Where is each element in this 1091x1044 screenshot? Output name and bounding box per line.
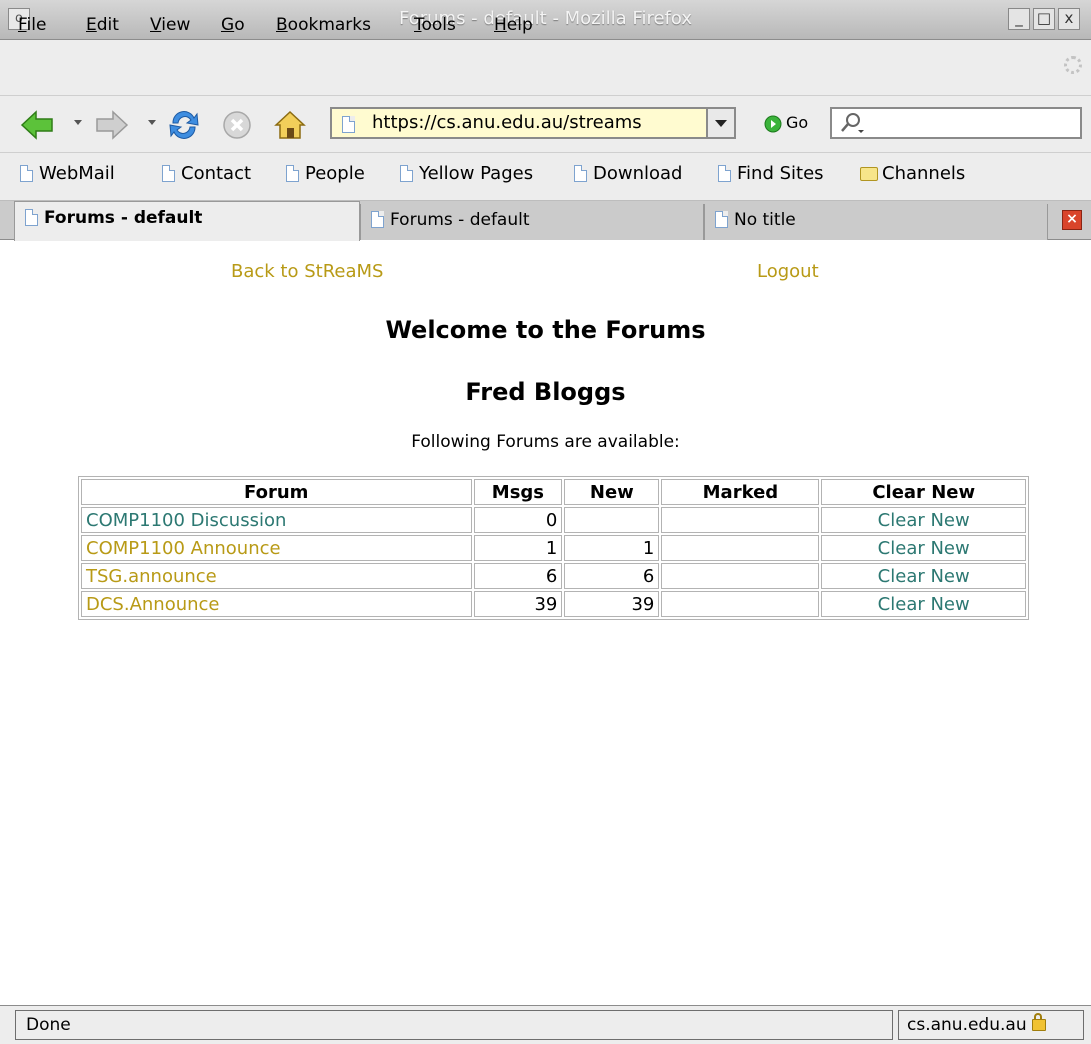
menu-help[interactable]: Help — [494, 13, 533, 37]
page-icon — [162, 165, 175, 182]
forum-link[interactable]: TSG.announce — [86, 566, 217, 587]
throbber-icon — [1064, 56, 1082, 74]
forums-table: Forum Msgs New Marked Clear New COMP1100… — [78, 476, 1029, 620]
status-text: Done — [15, 1010, 893, 1040]
clear-new-link[interactable]: Clear New — [878, 510, 970, 531]
back-history-dropdown-icon[interactable] — [74, 120, 82, 125]
back-to-streams-link[interactable]: Back to StReaMS — [231, 261, 383, 282]
page-icon — [286, 165, 299, 182]
marked-cell — [661, 563, 820, 589]
folder-icon — [860, 167, 878, 181]
tab-forums-default-active[interactable]: Forums - default — [14, 201, 360, 241]
bookmark-download[interactable]: Download — [574, 161, 682, 187]
tab-forums-default[interactable]: Forums - default — [360, 204, 704, 240]
search-icon[interactable] — [838, 111, 866, 135]
bookmark-channels[interactable]: Channels — [860, 161, 965, 187]
clear-new-cell: Clear New — [821, 535, 1026, 561]
marked-cell — [661, 591, 820, 617]
page-title: Welcome to the Forums — [385, 316, 706, 344]
menu-bookmarks[interactable]: Bookmarks — [276, 13, 371, 37]
table-row: COMP1100 Discussion 0 Clear New — [81, 507, 1026, 533]
url-history-dropdown[interactable] — [706, 107, 736, 139]
forum-link[interactable]: COMP1100 Announce — [86, 538, 281, 559]
marked-cell — [661, 507, 820, 533]
forum-link[interactable]: DCS.Announce — [86, 594, 220, 615]
menu-view[interactable]: View — [150, 13, 190, 37]
clear-new-cell: Clear New — [821, 507, 1026, 533]
menu-edit[interactable]: Edit — [86, 13, 119, 37]
bookmark-contact[interactable]: Contact — [162, 161, 251, 187]
stop-icon[interactable] — [220, 108, 254, 142]
forum-link[interactable]: COMP1100 Discussion — [86, 510, 286, 531]
new-cell: 6 — [564, 563, 660, 589]
menu-bar — [0, 40, 1091, 96]
user-name-heading: Fred Bloggs — [465, 378, 626, 406]
search-input[interactable] — [830, 107, 1082, 139]
go-button[interactable]: Go — [786, 113, 808, 132]
bookmark-webmail[interactable]: WebMail — [20, 161, 115, 187]
page-icon — [574, 165, 587, 182]
reload-icon[interactable] — [167, 108, 201, 142]
tab-no-title[interactable]: No title — [704, 204, 1048, 240]
bookmark-find-sites[interactable]: Find Sites — [718, 161, 824, 187]
chevron-down-icon — [715, 120, 727, 127]
msgs-cell: 39 — [473, 591, 563, 617]
close-window-button[interactable]: x — [1058, 8, 1080, 30]
new-cell — [564, 507, 660, 533]
forum-cell: COMP1100 Announce — [81, 535, 472, 561]
maximize-button[interactable]: □ — [1033, 8, 1055, 30]
forum-cell: DCS.Announce — [81, 591, 472, 617]
logout-link[interactable]: Logout — [757, 261, 819, 282]
clear-new-cell: Clear New — [821, 563, 1026, 589]
clear-new-cell: Clear New — [821, 591, 1026, 617]
minimize-button[interactable]: _ — [1008, 8, 1030, 30]
page-icon — [342, 116, 355, 133]
forward-arrow-icon[interactable] — [95, 108, 129, 142]
forums-available-text: Following Forums are available: — [411, 432, 680, 452]
column-header-msgs: Msgs — [473, 479, 563, 505]
table-header-row: Forum Msgs New Marked Clear New — [81, 479, 1026, 505]
msgs-cell: 1 — [473, 535, 563, 561]
forum-cell: TSG.announce — [81, 563, 472, 589]
page-icon — [715, 211, 728, 228]
back-arrow-icon[interactable] — [20, 108, 54, 142]
go-icon[interactable] — [764, 115, 782, 133]
page-content — [0, 241, 1091, 1005]
bookmark-yellow-pages[interactable]: Yellow Pages — [400, 161, 533, 187]
page-icon — [20, 165, 33, 182]
clear-new-link[interactable]: Clear New — [878, 594, 970, 615]
forum-cell: COMP1100 Discussion — [81, 507, 472, 533]
page-icon — [718, 165, 731, 182]
table-row: COMP1100 Announce 1 1 Clear New — [81, 535, 1026, 561]
clear-new-link[interactable]: Clear New — [878, 566, 970, 587]
column-header-new: New — [564, 479, 660, 505]
url-text[interactable]: https://cs.anu.edu.au/streams — [372, 112, 684, 134]
column-header-marked: Marked — [661, 479, 820, 505]
menu-file[interactable]: File — [18, 13, 46, 37]
clear-new-link[interactable]: Clear New — [878, 538, 970, 559]
home-icon[interactable] — [273, 108, 307, 142]
column-header-clear-new: Clear New — [821, 479, 1026, 505]
msgs-cell: 6 — [473, 563, 563, 589]
host-label: cs.anu.edu.au — [907, 1015, 1027, 1035]
close-tab-icon[interactable]: × — [1062, 210, 1082, 230]
padlock-icon — [1032, 1013, 1047, 1031]
forward-history-dropdown-icon[interactable] — [148, 120, 156, 125]
page-icon — [25, 209, 38, 226]
page-icon — [400, 165, 413, 182]
new-cell: 1 — [564, 535, 660, 561]
security-host-indicator[interactable]: cs.anu.edu.au — [898, 1010, 1084, 1040]
table-row: TSG.announce 6 6 Clear New — [81, 563, 1026, 589]
bookmark-people[interactable]: People — [286, 161, 365, 187]
menu-go[interactable]: Go — [221, 13, 245, 37]
table-row: DCS.Announce 39 39 Clear New — [81, 591, 1026, 617]
column-header-forum: Forum — [81, 479, 472, 505]
marked-cell — [661, 535, 820, 561]
page-icon — [371, 211, 384, 228]
menu-tools[interactable]: Tools — [414, 13, 456, 37]
new-cell: 39 — [564, 591, 660, 617]
msgs-cell: 0 — [473, 507, 563, 533]
